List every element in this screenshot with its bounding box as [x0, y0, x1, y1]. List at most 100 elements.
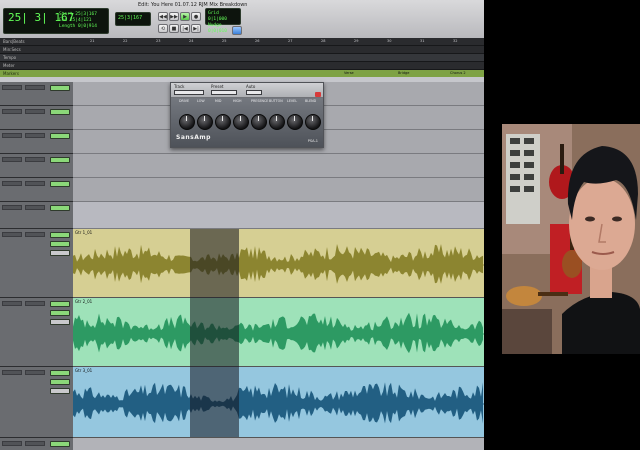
pro-tools-edit-window: Edit: You Here 01.07.12 RJM Mix Breakdow…: [0, 0, 484, 450]
track-header[interactable]: [0, 367, 73, 438]
knob-mid[interactable]: [215, 114, 231, 130]
track-insert-button[interactable]: [50, 157, 70, 163]
track-header[interactable]: [0, 82, 73, 106]
marker-bridge[interactable]: Bridge: [398, 71, 409, 76]
timeline-rulers: Bars|Beats 21 22 23 24 25 26 27 28 29 30 31 32 Min:…: [0, 38, 484, 83]
marker-chorus-2[interactable]: Chorus 2: [450, 71, 466, 76]
track-io-field[interactable]: [25, 441, 45, 446]
rewind-button[interactable]: ◀◀: [158, 12, 168, 21]
marker-verse[interactable]: Verse: [344, 71, 354, 76]
track-io-field[interactable]: [25, 133, 45, 138]
track-header[interactable]: [0, 130, 73, 154]
main-counter[interactable]: 25| 3| 167 Start 25|3|167 End 25|4|121 L…: [3, 8, 109, 34]
track-header[interactable]: [0, 438, 73, 450]
track-name-field[interactable]: [2, 301, 22, 306]
track-header[interactable]: [0, 178, 73, 202]
empty-track-7[interactable]: [73, 438, 484, 450]
time-selection[interactable]: [190, 229, 239, 437]
sub-counter[interactable]: 25|3|167: [115, 12, 151, 26]
track-insert-button[interactable]: [50, 370, 70, 376]
track-name-field[interactable]: [2, 85, 22, 90]
track-insert-button[interactable]: [50, 441, 70, 447]
plugin-header: Track Preset Auto: [171, 83, 323, 98]
track-header[interactable]: [0, 298, 73, 367]
track-insert-button[interactable]: [50, 379, 70, 385]
track-insert-button[interactable]: [50, 388, 70, 394]
track-insert-button[interactable]: [50, 232, 70, 238]
audio-clip[interactable]: Gtr 2_01: [73, 298, 484, 367]
bar-tick-label: 25: [222, 39, 227, 43]
waveform: [73, 244, 484, 284]
track-header[interactable]: [0, 229, 73, 298]
knob-level[interactable]: [287, 114, 303, 130]
knob-button[interactable]: [269, 114, 285, 130]
knob-presence[interactable]: [251, 114, 267, 130]
knob-high[interactable]: [233, 114, 249, 130]
go-to-end-button[interactable]: ▶|: [191, 24, 201, 33]
bypass-icon[interactable]: [315, 92, 321, 97]
sansamp-plugin-window[interactable]: Track Preset Auto DRIVE LOW MID HIGH PRESENC…: [170, 82, 324, 148]
track-name-field[interactable]: [2, 181, 22, 186]
plugin-brand: PSA-1: [307, 139, 318, 143]
ruler-bars-beats[interactable]: Bars|Beats 21 22 23 24 25 26 27 28 29 30 31 32: [0, 38, 484, 46]
bar-tick-label: 31: [420, 39, 425, 43]
track-name-field[interactable]: [2, 157, 22, 162]
track-io-field[interactable]: [25, 205, 45, 210]
empty-track-5[interactable]: [73, 178, 484, 202]
track-insert-button[interactable]: [50, 109, 70, 115]
bar-tick-label: 29: [354, 39, 359, 43]
track-io-field[interactable]: [25, 232, 45, 237]
track-header[interactable]: [0, 154, 73, 178]
knob-label: PRESENCE: [251, 99, 269, 103]
knob-label: BUTTON: [269, 99, 283, 103]
track-name-field[interactable]: [2, 232, 22, 237]
bar-tick-label: 21: [90, 39, 95, 43]
record-button[interactable]: ●: [191, 12, 201, 21]
track-name-field[interactable]: [2, 109, 22, 114]
return-to-zero-button[interactable]: |◀: [180, 24, 190, 33]
track-io-field[interactable]: [25, 370, 45, 375]
fast-forward-button[interactable]: ▶▶: [169, 12, 179, 21]
audio-clip[interactable]: Gtr 1_01: [73, 229, 484, 298]
track-io-field[interactable]: [25, 181, 45, 186]
track-insert-button[interactable]: [50, 205, 70, 211]
track-name-field[interactable]: [2, 133, 22, 138]
track-io-field[interactable]: [25, 85, 45, 90]
loop-button[interactable]: ⟲: [158, 24, 168, 33]
knob-blend[interactable]: [305, 114, 321, 130]
track-name-field[interactable]: [2, 205, 22, 210]
track-insert-button[interactable]: [50, 133, 70, 139]
track-io-field[interactable]: [25, 157, 45, 162]
track-insert-button[interactable]: [50, 310, 70, 316]
stop-button[interactable]: ■: [169, 24, 179, 33]
track-insert-button[interactable]: [50, 85, 70, 91]
audio-clip[interactable]: Gtr 3_01: [73, 367, 484, 438]
play-button[interactable]: ▶: [180, 12, 190, 21]
track-header[interactable]: [0, 202, 73, 229]
track-header[interactable]: [0, 106, 73, 130]
bar-tick-label: 30: [387, 39, 392, 43]
empty-track-4[interactable]: [73, 154, 484, 178]
ruler-min-secs[interactable]: Min:Secs: [0, 46, 484, 54]
ruler-meter[interactable]: Meter: [0, 62, 484, 70]
track-insert-button[interactable]: [50, 301, 70, 307]
track-insert-button[interactable]: [50, 250, 70, 256]
track-insert-button[interactable]: [50, 241, 70, 247]
knob-low[interactable]: [197, 114, 213, 130]
bar-tick-label: 24: [189, 39, 194, 43]
knob-drive[interactable]: [179, 114, 195, 130]
track-insert-button[interactable]: [50, 319, 70, 325]
track-io-field[interactable]: [25, 301, 45, 306]
track-list: [0, 82, 74, 450]
track-name-field[interactable]: [2, 370, 22, 375]
transport-bar: Edit: You Here 01.07.12 RJM Mix Breakdow…: [0, 0, 484, 39]
preset-select[interactable]: [211, 90, 237, 95]
empty-track-6[interactable]: [73, 202, 484, 229]
track-name-field[interactable]: [2, 441, 22, 446]
track-io-field[interactable]: [25, 109, 45, 114]
ruler-tempo[interactable]: Tempo: [0, 54, 484, 62]
track-insert-button[interactable]: [50, 181, 70, 187]
track-select[interactable]: [174, 90, 204, 95]
grid-nudge-counter[interactable]: Grid 0|1|000 Nudge 0|0|010: [205, 8, 241, 34]
auto-select[interactable]: [246, 90, 262, 95]
